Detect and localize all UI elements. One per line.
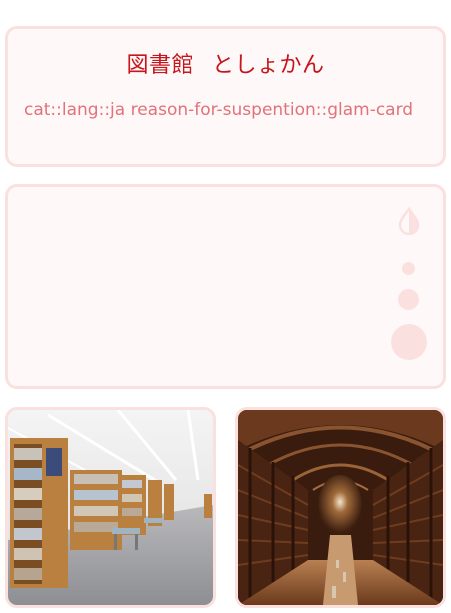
card-front: 図書館 としょかん cat::lang::ja reason-for-suspen… (5, 26, 446, 167)
card-back (5, 184, 446, 389)
dot-medium-icon[interactable] (398, 289, 419, 310)
modern-library-photo (5, 407, 216, 608)
flashcard-page: 図書館 としょかん cat::lang::ja reason-for-suspen… (0, 0, 451, 613)
card-word: 図書館 (126, 53, 194, 78)
dot-small-icon[interactable] (402, 262, 415, 275)
side-controls (391, 206, 429, 367)
card-reading: としょかん (212, 53, 325, 78)
card-tags: cat::lang::ja reason-for-suspention::gla… (24, 100, 414, 120)
dot-large-icon[interactable] (391, 324, 427, 360)
classic-library-photo (235, 407, 446, 608)
contrast-icon[interactable] (395, 206, 423, 236)
card-title: 図書館 としょかん (8, 47, 443, 79)
